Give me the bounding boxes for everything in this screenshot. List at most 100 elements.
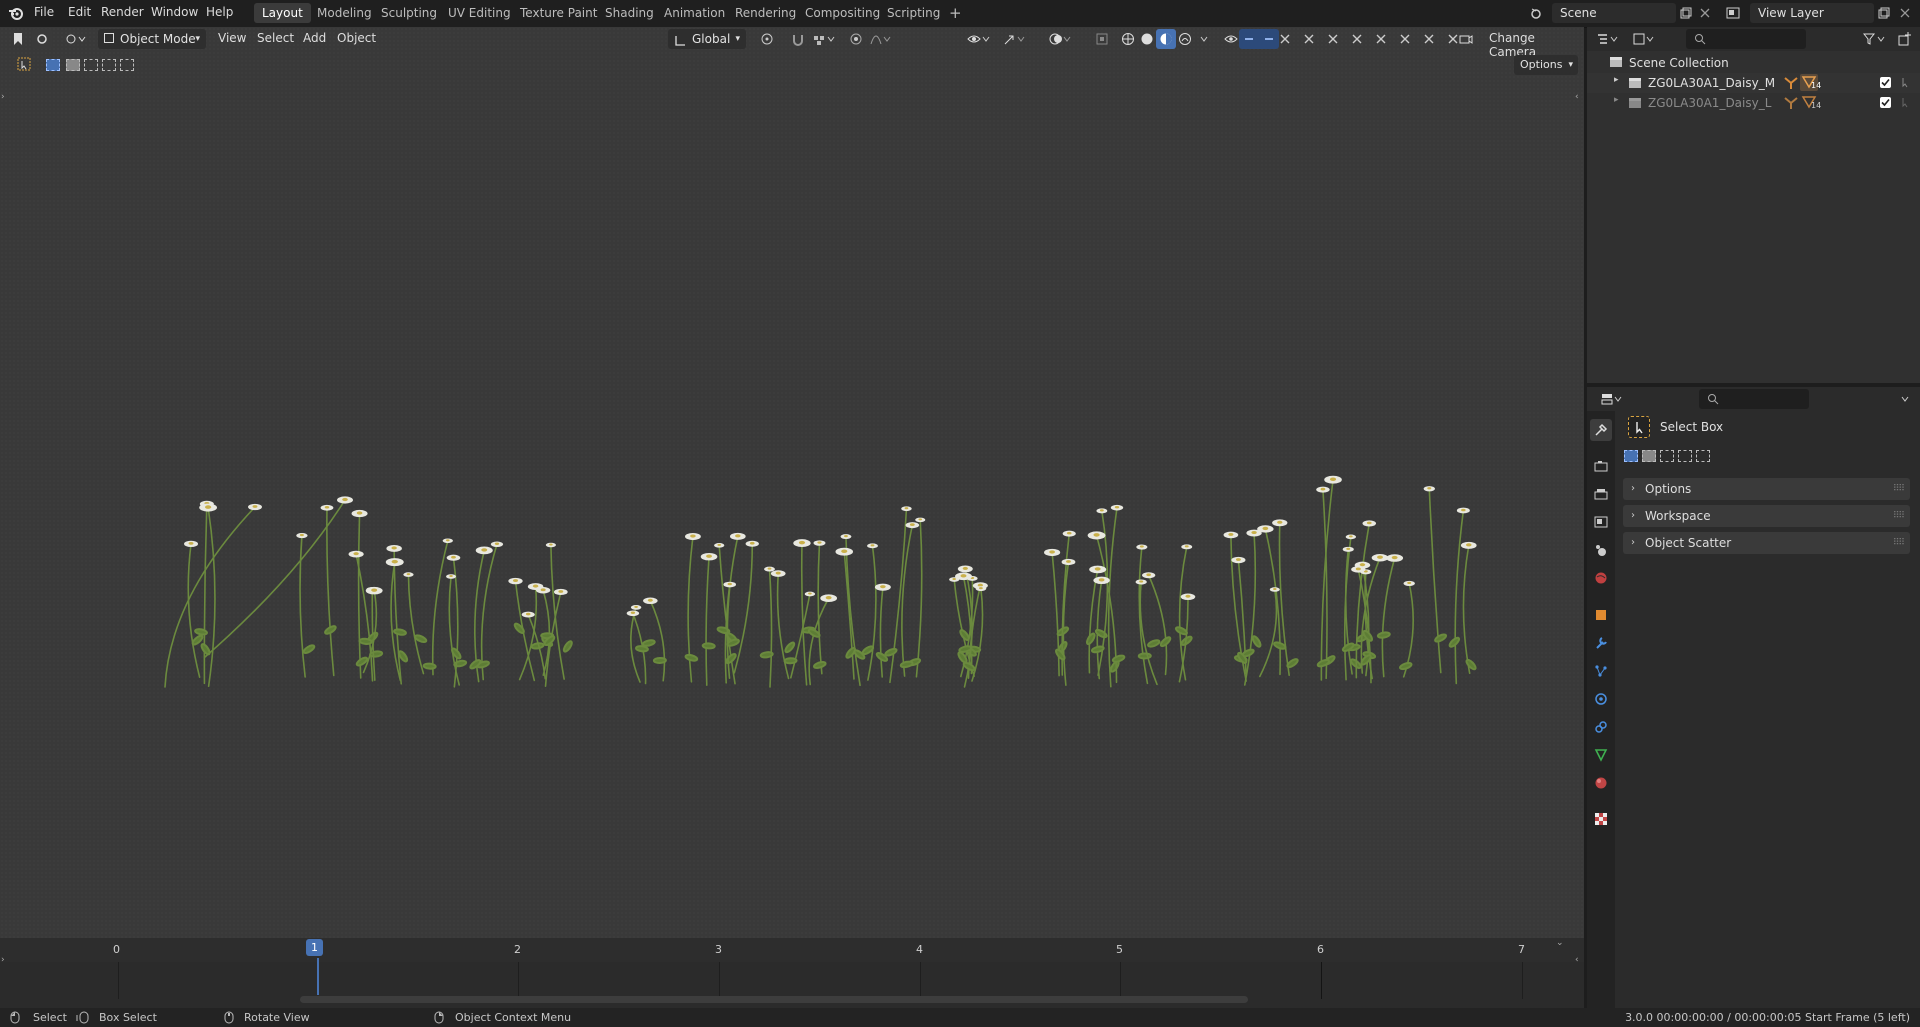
plant-stem [889, 507, 908, 684]
daisy-flower [804, 591, 816, 597]
scene-field[interactable]: Scene [1552, 3, 1676, 23]
daisy-flower [545, 542, 556, 548]
filter-icon[interactable] [1860, 29, 1890, 49]
copy-scene-icon[interactable] [1676, 3, 1696, 23]
current-frame-indicator[interactable]: 1 [306, 939, 323, 956]
daisy-flower [723, 581, 737, 588]
select-extend-icon[interactable] [1642, 450, 1656, 462]
object-tab-icon[interactable] [1590, 604, 1612, 626]
view-layer-tab-icon[interactable] [1590, 511, 1612, 533]
drag-handle-icon[interactable]: ⠿⠿ [1893, 532, 1905, 554]
scene-collection-label: Scene Collection [1629, 56, 1729, 70]
tab-rendering[interactable]: Rendering [727, 3, 804, 23]
outliner-editor-type-icon[interactable] [1595, 29, 1623, 49]
texture-tab-icon[interactable] [1590, 808, 1612, 830]
plant-stem [705, 555, 710, 686]
plant-leaf [1376, 631, 1391, 639]
menu-render[interactable]: Render [101, 5, 144, 19]
panel-object-scatter[interactable]: › Object Scatter ⠿⠿ [1623, 532, 1910, 554]
drag-handle-icon[interactable]: ⠿⠿ [1893, 505, 1905, 527]
select-intersect-icon[interactable] [1696, 450, 1710, 462]
physics-tab-icon[interactable] [1590, 688, 1612, 710]
outliner-row[interactable]: ▸ ZG0LA30A1_Daisy_L 14 [1587, 93, 1920, 113]
chevron-right-icon: › [1631, 483, 1635, 494]
daisy-flower [729, 532, 746, 540]
exclude-checkbox[interactable] [1880, 77, 1891, 88]
output-tab-icon[interactable] [1590, 483, 1612, 505]
display-mode-icon[interactable] [1631, 29, 1659, 49]
properties-search-input[interactable] [1699, 389, 1809, 409]
tab-compositing[interactable]: Compositing [797, 3, 888, 23]
tab-uv-editing[interactable]: UV Editing [440, 3, 519, 23]
chevron-right-icon: › [1631, 510, 1635, 521]
tool-tab-icon[interactable] [1590, 419, 1612, 441]
properties-editor-type-icon[interactable] [1599, 389, 1627, 409]
select-invert-icon[interactable] [1678, 450, 1692, 462]
plant-leaf [783, 657, 798, 665]
timeline-right-expand-icon[interactable]: ‹ [1575, 955, 1579, 965]
daisy-flower [867, 543, 878, 549]
plant-leaf [1316, 658, 1331, 668]
delete-view-layer-icon[interactable] [1895, 3, 1915, 23]
mouse-right-icon [434, 1011, 444, 1027]
outliner-row[interactable]: ▸ ZG0LA30A1_Daisy_M 14 [1587, 73, 1920, 93]
menu-help[interactable]: Help [206, 5, 233, 19]
modifier-tab-icon[interactable] [1590, 632, 1612, 654]
select-subtract-icon[interactable] [1660, 450, 1674, 462]
constraints-tab-icon[interactable] [1590, 716, 1612, 738]
daisy-flower [630, 605, 642, 610]
frame-2-label: 2 [514, 943, 521, 956]
material-tab-icon[interactable] [1590, 772, 1612, 794]
daisy-flower [684, 532, 701, 541]
panel-workspace[interactable]: › Workspace ⠿⠿ [1623, 505, 1910, 527]
daisy-flower [901, 506, 912, 512]
exclude-checkbox[interactable] [1880, 97, 1891, 108]
new-collection-icon[interactable] [1895, 29, 1915, 49]
collection-icon [1609, 56, 1623, 71]
daisy-flower [1386, 554, 1404, 562]
panel-options[interactable]: › Options ⠿⠿ [1623, 478, 1910, 500]
add-workspace-button[interactable]: + [941, 3, 970, 23]
timeline-ruler[interactable]: 0 1 2 3 4 5 6 7 ⌄ [0, 938, 1584, 962]
timeline-left-expand-icon[interactable]: › [1, 955, 5, 965]
world-tab-icon[interactable] [1590, 567, 1612, 589]
plant-leaf [324, 625, 337, 635]
expand-arrow-icon[interactable]: ▸ [1614, 95, 1619, 105]
plant-stem [431, 539, 449, 676]
timeline-scrollbar[interactable] [300, 996, 1248, 1003]
tab-scripting[interactable]: Scripting [879, 3, 948, 23]
outliner-row-scene-collection[interactable]: Scene Collection [1587, 53, 1920, 73]
playhead-line[interactable] [317, 958, 319, 995]
menu-window[interactable]: Window [151, 5, 198, 19]
tab-modeling[interactable]: Modeling [309, 3, 380, 23]
view-layer-field[interactable]: View Layer [1750, 3, 1874, 23]
daisy-flower [1096, 508, 1108, 514]
daisy-flower [1423, 486, 1436, 492]
chevron-down-icon[interactable]: ⌄ [1556, 938, 1564, 948]
view-layer-icon[interactable] [1723, 3, 1743, 23]
selectable-arrow-icon[interactable] [1900, 96, 1912, 111]
blender-logo-icon[interactable] [6, 3, 26, 23]
outliner-search-input[interactable] [1686, 29, 1806, 49]
menu-edit[interactable]: Edit [68, 5, 91, 19]
expand-arrow-icon[interactable]: ▸ [1614, 75, 1619, 85]
data-tab-icon[interactable] [1590, 744, 1612, 766]
render-tab-icon[interactable] [1590, 455, 1612, 477]
tab-animation[interactable]: Animation [656, 3, 733, 23]
copy-view-layer-icon[interactable] [1874, 3, 1894, 23]
select-new-icon[interactable] [1624, 450, 1638, 462]
chevron-down-icon[interactable] [1895, 389, 1915, 409]
tab-texture-paint[interactable]: Texture Paint [512, 3, 605, 23]
delete-scene-icon[interactable] [1695, 3, 1715, 23]
frame-gridline [518, 962, 519, 999]
plant-leaf [959, 629, 970, 642]
menu-file[interactable]: File [34, 5, 54, 19]
tab-shading[interactable]: Shading [597, 3, 662, 23]
tab-sculpting[interactable]: Sculpting [373, 3, 445, 23]
scene-icon[interactable] [1526, 3, 1546, 23]
particles-tab-icon[interactable] [1590, 660, 1612, 682]
drag-handle-icon[interactable]: ⠿⠿ [1893, 478, 1905, 500]
scene-tab-icon[interactable] [1590, 539, 1612, 561]
tab-layout[interactable]: Layout [254, 3, 311, 23]
selectable-arrow-icon[interactable] [1900, 76, 1912, 91]
